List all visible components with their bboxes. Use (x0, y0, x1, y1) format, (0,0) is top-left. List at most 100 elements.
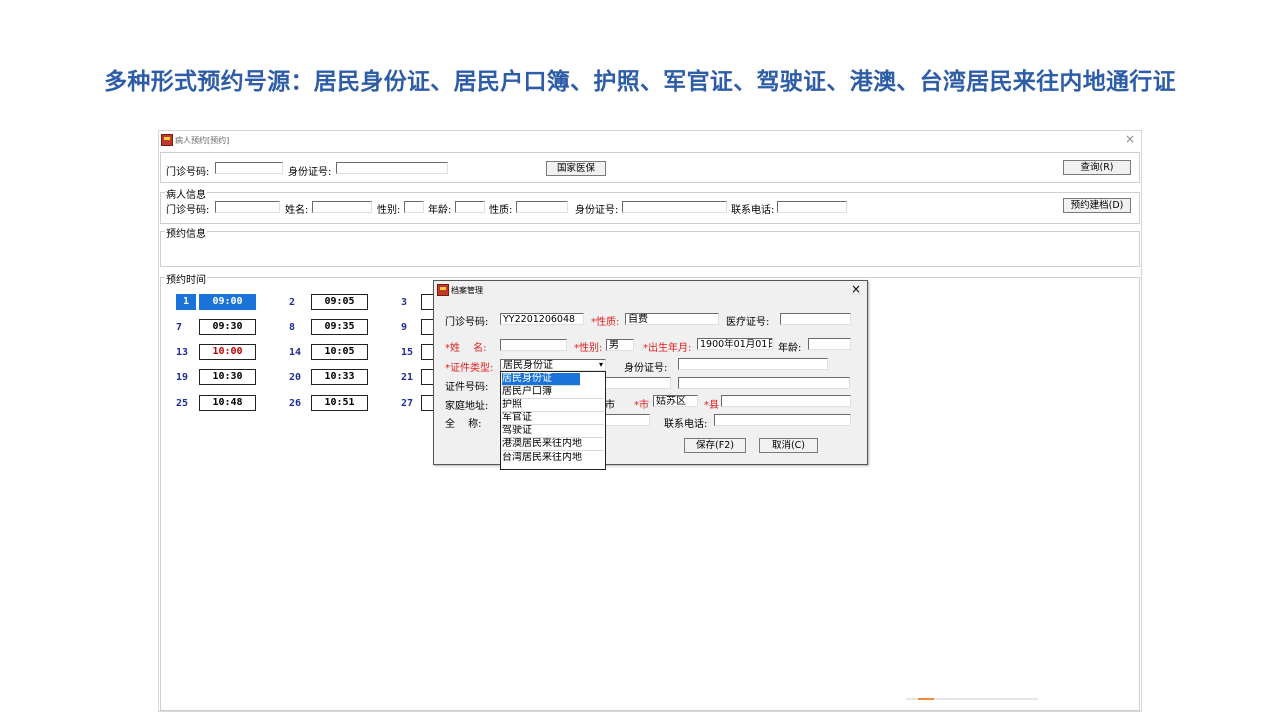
dialog-id-no-label: 身份证号: (624, 363, 668, 374)
doc-type-option[interactable]: 护照 (502, 399, 604, 412)
time-slot-number: 3 (401, 297, 408, 308)
dialog-county-field[interactable] (721, 395, 851, 407)
time-slot[interactable]: 10:05 (311, 344, 368, 360)
national-insurance-button[interactable]: 国家医保 (546, 161, 606, 176)
dialog-city-label: *市 (634, 400, 649, 411)
doc-type-option[interactable]: 居民户口簿 (502, 386, 604, 399)
dialog-age-label: 年龄: (778, 343, 802, 354)
patient-nature-label: 性质: (489, 205, 513, 216)
patient-phone-field[interactable] (777, 201, 847, 213)
time-slot-number: 9 (401, 322, 408, 333)
time-slot-number: 15 (401, 347, 414, 358)
doc-type-option[interactable]: 港澳居民来往内地 (502, 438, 604, 451)
window-close-button[interactable]: × (1125, 132, 1135, 146)
dialog-name-field[interactable] (500, 339, 567, 351)
dialog-phone-field[interactable] (714, 414, 851, 426)
time-slot[interactable]: 09:30 (199, 319, 256, 335)
dialog-phone-label: 联系电话: (664, 419, 708, 430)
create-record-button[interactable]: 预约建档(D) (1063, 198, 1131, 213)
window-title: 病人预约[预约] (175, 136, 230, 145)
app-icon (161, 134, 173, 146)
query-button[interactable]: 查询(R) (1063, 160, 1131, 175)
dialog-clinic-no-field[interactable]: YY2201206048 (500, 313, 584, 325)
time-slot-number: 25 (176, 398, 189, 409)
time-slot[interactable]: 09:00 (199, 294, 256, 310)
time-slot[interactable]: 09:05 (311, 294, 368, 310)
time-slot[interactable]: 10:30 (199, 369, 256, 385)
doc-type-select[interactable]: 居民身份证 ▾ (500, 359, 606, 371)
dialog-close-button[interactable]: × (851, 282, 861, 296)
doc-type-option[interactable]: 军官证 (502, 412, 604, 425)
time-slot-number: 2 (289, 297, 296, 308)
dialog-doc-no-extra-field[interactable] (678, 377, 850, 389)
time-slot-number: 13 (176, 347, 189, 358)
time-slot-number: 27 (401, 398, 414, 409)
patient-id-no-field[interactable] (622, 201, 727, 213)
appointment-time-group-label: 预约时间 (165, 271, 207, 286)
record-management-dialog: 档案管理 × 门诊号码: YY2201206048 *性质: 自费 医疗证号: … (433, 280, 868, 465)
doc-type-option[interactable]: 台湾居民来往内地 (502, 452, 604, 464)
dialog-birth-label: *出生年月: (643, 343, 692, 354)
dialog-age-field[interactable] (808, 338, 851, 350)
dialog-fullname-label: 全 称: (445, 419, 482, 430)
patient-info-group-label: 病人信息 (165, 186, 207, 201)
cancel-button[interactable]: 取消(C) (759, 438, 818, 453)
dialog-nature-label: *性质: (591, 317, 620, 328)
dialog-gender-label: *性别: (574, 343, 603, 354)
dialog-birth-field[interactable]: 1900年01月01日 (697, 338, 773, 350)
save-button[interactable]: 保存(F2) (684, 438, 746, 453)
patient-gender-label: 性别: (377, 205, 401, 216)
time-slot-number: 19 (176, 372, 189, 383)
dialog-city-suffix: 市 (605, 400, 615, 411)
doc-type-option[interactable]: 居民身份证 (502, 373, 580, 386)
dialog-doc-type-label: *证件类型: (445, 363, 494, 374)
patient-name-label: 姓名: (285, 205, 309, 216)
dialog-county-label: *县 (704, 400, 719, 411)
time-slot[interactable]: 10:51 (311, 395, 368, 411)
dialog-id-no-field[interactable] (678, 358, 828, 370)
patient-clinic-no-field[interactable] (215, 201, 280, 213)
time-slot[interactable]: 10:00 (199, 344, 256, 360)
time-slot-number: 21 (401, 372, 414, 383)
patient-phone-label: 联系电话: (731, 205, 775, 216)
time-slot-number: 8 (289, 322, 296, 333)
window-titlebar: 病人预约[预约] × (159, 131, 1141, 149)
time-slot-number: 1 (176, 294, 197, 310)
doc-type-selected-value: 居民身份证 (503, 360, 553, 371)
doc-type-dropdown-list: 居民身份证 居民户口簿 护照 军官证 驾驶证 港澳居民来往内地 台湾居民来往内地 (500, 371, 606, 470)
dialog-doc-no-label: 证件号码: (445, 382, 489, 393)
patient-clinic-no-label: 门诊号码: (166, 205, 210, 216)
dialog-clinic-no-label: 门诊号码: (445, 317, 489, 328)
dialog-title: 档案管理 (451, 286, 483, 295)
search-clinic-no-label: 门诊号码: (166, 167, 210, 178)
dialog-district-field[interactable]: 姑苏区 (653, 395, 698, 407)
patient-nature-field[interactable] (516, 201, 568, 213)
time-slot-number: 20 (289, 372, 302, 383)
patient-name-field[interactable] (312, 201, 372, 213)
time-slot-number: 14 (289, 347, 302, 358)
dialog-gender-field[interactable]: 男 (606, 339, 634, 351)
dialog-med-card-label: 医疗证号: (726, 317, 770, 328)
search-clinic-no-input[interactable] (215, 162, 283, 174)
dialog-nature-field[interactable]: 自费 (625, 313, 719, 325)
dialog-name-label: *姓 名: (445, 343, 487, 354)
patient-age-field[interactable] (455, 201, 485, 213)
appointment-info-group (160, 231, 1140, 267)
search-id-no-input[interactable] (336, 162, 448, 174)
bottom-scroll-indicator (906, 698, 1038, 700)
patient-age-label: 年龄: (428, 205, 452, 216)
dialog-med-card-field[interactable] (780, 313, 851, 325)
time-slot-number: 7 (176, 322, 183, 333)
patient-id-no-label: 身份证号: (575, 205, 619, 216)
time-slot[interactable]: 10:48 (199, 395, 256, 411)
appointment-info-group-label: 预约信息 (165, 225, 207, 240)
page-headline: 多种形式预约号源：居民身份证、居民户口簿、护照、军官证、驾驶证、港澳、台湾居民来… (104, 69, 1176, 95)
patient-gender-field[interactable] (404, 201, 424, 213)
time-slot[interactable]: 09:35 (311, 319, 368, 335)
time-slot[interactable]: 10:33 (311, 369, 368, 385)
dialog-address-label: 家庭地址: (445, 401, 489, 412)
dialog-icon (437, 284, 449, 296)
search-id-no-label: 身份证号: (288, 167, 332, 178)
chevron-down-icon[interactable]: ▾ (599, 360, 603, 370)
doc-type-option[interactable]: 驾驶证 (502, 425, 604, 438)
